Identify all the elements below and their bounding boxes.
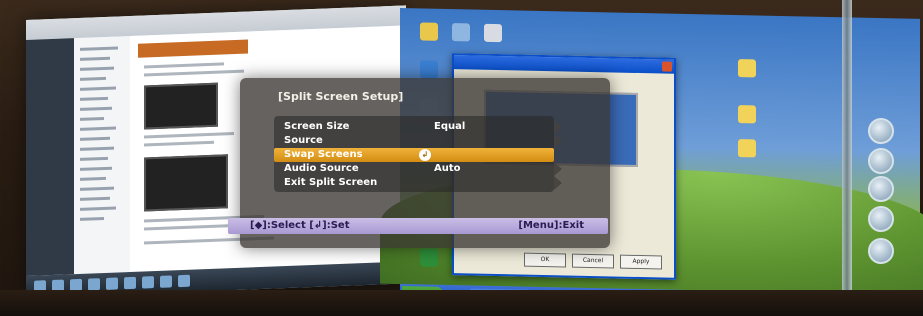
menu-item-source[interactable]: Source	[274, 134, 562, 148]
folder-icon[interactable]	[738, 59, 756, 78]
desktop-icon[interactable]	[420, 248, 438, 267]
cancel-button[interactable]: Cancel	[572, 253, 614, 269]
menu-item-value: Equal	[434, 121, 466, 132]
osd-menu: Screen Size Equal Source Swap Screens ↲ …	[274, 116, 562, 192]
menu-item-label: Screen Size	[284, 121, 350, 132]
menu-item-swap-screens[interactable]: Swap Screens ↲	[274, 148, 554, 162]
ok-button[interactable]: OK	[524, 252, 566, 268]
menu-item-label: Swap Screens	[284, 149, 363, 160]
menu-item-exit-split-screen[interactable]: Exit Split Screen	[274, 176, 562, 190]
computer-icon[interactable]	[452, 23, 470, 42]
document-outline-tree	[74, 35, 131, 275]
menu-item-value: Auto	[434, 163, 461, 174]
select-set-hint: [◆]:Select [↲]:Set	[250, 220, 350, 231]
apply-button[interactable]: Apply	[620, 254, 662, 270]
document-screenshot-image	[144, 154, 228, 212]
folder-icon[interactable]	[738, 105, 756, 124]
side-circle-button[interactable]	[868, 206, 894, 232]
split-screen-setup-osd: [Split Screen Setup] Screen Size Equal S…	[228, 78, 610, 248]
side-circle-button[interactable]	[868, 118, 894, 144]
close-icon[interactable]	[662, 61, 672, 72]
chevron-right-icon	[554, 162, 562, 176]
chevron-right-icon	[554, 134, 562, 148]
document-sidebar	[26, 38, 74, 277]
menu-item-label: Audio Source	[284, 163, 359, 174]
folder-icon[interactable]	[420, 22, 438, 41]
enter-icon: ↲	[419, 149, 431, 161]
projection-scene: OK Cancel Apply start [Split Screen Setu…	[0, 0, 923, 316]
menu-item-label: Exit Split Screen	[284, 177, 378, 188]
chevron-right-icon	[554, 176, 562, 190]
side-circle-button[interactable]	[868, 176, 894, 202]
osd-title: [Split Screen Setup]	[278, 90, 404, 103]
chevron-right-icon	[554, 120, 562, 134]
document-section-header	[138, 39, 248, 58]
side-circle-button[interactable]	[868, 238, 894, 264]
desktop-icon[interactable]	[420, 60, 438, 79]
osd-help-bar: [◆]:Select [↲]:Set [Menu]:Exit	[228, 218, 608, 234]
side-circle-button[interactable]	[868, 148, 894, 174]
floor-shadow	[0, 290, 923, 316]
menu-item-audio-source[interactable]: Audio Source Auto	[274, 162, 562, 176]
document-screenshot-image	[144, 82, 218, 130]
folder-icon[interactable]	[738, 139, 756, 158]
menu-item-screen-size[interactable]: Screen Size Equal	[274, 120, 562, 134]
dialog-title-bar	[454, 55, 674, 74]
screen-edge-strip	[842, 0, 852, 316]
network-icon[interactable]	[484, 23, 502, 43]
menu-exit-hint: [Menu]:Exit	[518, 220, 584, 231]
menu-item-label: Source	[284, 135, 323, 146]
